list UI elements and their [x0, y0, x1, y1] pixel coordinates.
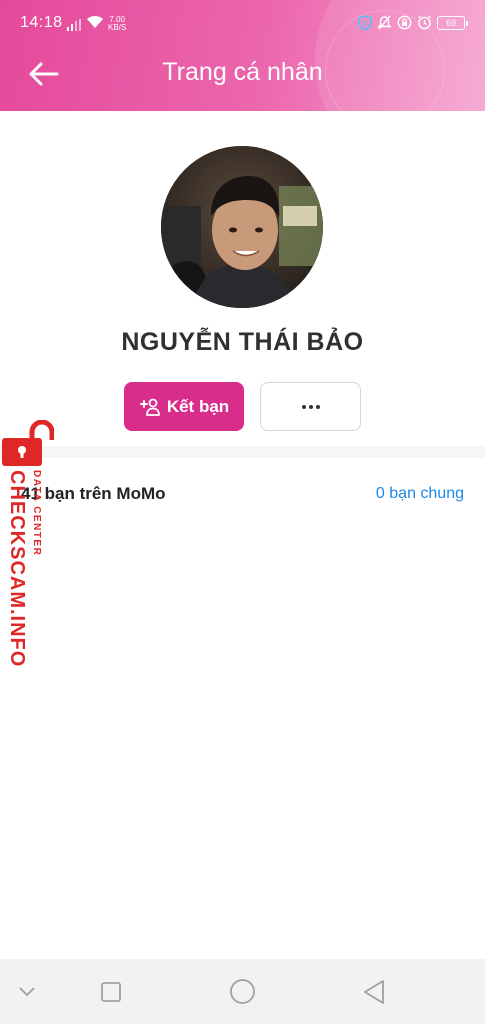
more-horizontal-icon: [301, 404, 320, 409]
alarm-icon: [417, 15, 432, 30]
back-nav-button[interactable]: [362, 979, 386, 1010]
section-divider: [0, 446, 485, 458]
signal-icon: [67, 18, 81, 36]
battery-indicator: 69: [437, 15, 468, 30]
status-icons: $ 69: [358, 15, 468, 30]
lock-icon: [2, 420, 54, 466]
network-speed-unit: KB/S: [108, 23, 127, 32]
wifi-icon: [86, 15, 104, 34]
add-friend-button[interactable]: Kết bạn: [124, 382, 244, 431]
page-title: Trang cá nhân: [162, 58, 323, 86]
status-bar: 14:18 7.00 KB/S $ 69: [0, 0, 485, 46]
privacy-icon: [397, 15, 412, 30]
svg-text:$: $: [363, 21, 367, 28]
profile-name: NGUYỄN THÁI BẢO: [121, 328, 364, 356]
chevron-down-icon[interactable]: [18, 985, 36, 1003]
network-speed: 7.00 KB/S: [108, 16, 126, 32]
add-user-icon: [139, 398, 160, 416]
bell-muted-icon: [377, 15, 392, 30]
status-time: 14:18: [20, 14, 63, 31]
home-button[interactable]: [229, 978, 256, 1010]
mutual-friends-link[interactable]: 0 bạn chung: [376, 485, 464, 503]
system-navigation-bar: [0, 959, 485, 1024]
add-friend-label: Kết bạn: [166, 396, 230, 416]
app-header: 14:18 7.00 KB/S $ 69 Trang cá nhân: [0, 0, 485, 111]
watermark-text: CHECKSCAM.INFO: [6, 470, 28, 668]
recent-apps-button[interactable]: [100, 981, 122, 1008]
avatar[interactable]: [161, 146, 323, 308]
shield-icon: $: [358, 15, 372, 30]
watermark-subtext: DATA CENTER: [31, 470, 42, 557]
more-options-button[interactable]: [260, 382, 361, 431]
